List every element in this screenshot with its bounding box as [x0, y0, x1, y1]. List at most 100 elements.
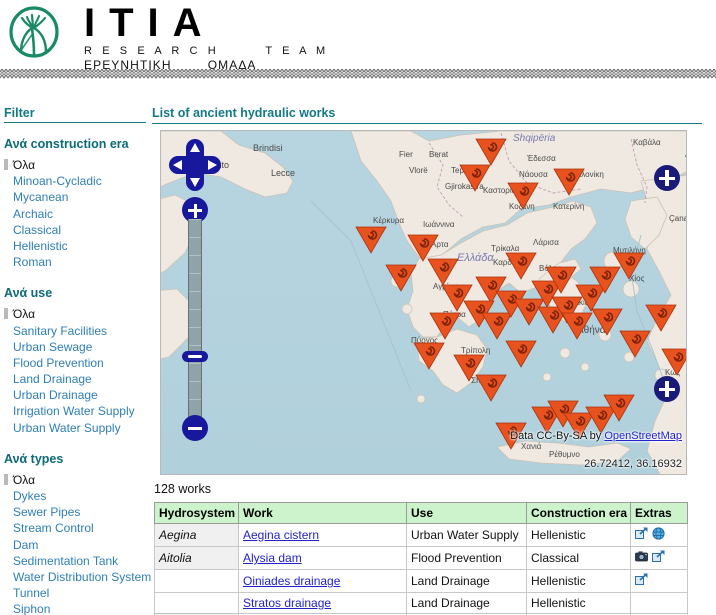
map-place-label: Κατερίνη: [553, 202, 584, 211]
filter-item-mycanean[interactable]: Mycanean: [4, 191, 150, 207]
filter-item-urban-sewage[interactable]: Urban Sewage: [4, 340, 150, 357]
filter-group-heading: Ανά construction era: [4, 137, 129, 151]
filter-item-flood-prevention[interactable]: Flood Prevention: [4, 357, 150, 373]
map-place-label: Çanakkale: [669, 214, 687, 223]
brand-subtitle-research: R E S E A R C H: [84, 45, 220, 57]
column-header-construction-era[interactable]: Construction era: [526, 502, 631, 524]
filter-item-hellenistic[interactable]: Hellenistic: [4, 240, 150, 256]
map-place-label: Shqipëria: [513, 133, 556, 144]
work-link[interactable]: Stratos drainage: [243, 596, 331, 610]
filter-item-urban-drainage[interactable]: Urban Drainage: [4, 389, 150, 405]
filter-list: Όλα Sanitary Facilities Urban Sewage Flood …: [4, 308, 150, 438]
cell-construction-era: Classical: [526, 546, 631, 570]
external-link-icon[interactable]: [635, 573, 648, 589]
globe-icon[interactable]: [652, 527, 665, 543]
page-root: ITIA R E S E A R C H T E A M ΕΡΕΥΝΗΤΙΚΗ …: [0, 0, 716, 615]
external-link-icon[interactable]: [635, 527, 648, 543]
filter-item-sewer-pipes[interactable]: Sewer Pipes: [4, 506, 150, 522]
cell-extras: [630, 523, 688, 547]
cell-work: Oiniades drainage: [238, 569, 407, 593]
filter-item-[interactable]: Όλα: [4, 473, 150, 490]
column-header-work[interactable]: Work: [238, 502, 407, 524]
site-header: ITIA R E S E A R C H T E A M ΕΡΕΥΝΗΤΙΚΗ …: [0, 0, 716, 72]
table-row: Aegina Aegina cistern Urban Water Supply He…: [154, 523, 688, 547]
filter-item-classical[interactable]: Classical: [4, 223, 150, 240]
filter-sidebar: Filter Ανά construction era Όλα Minoan-Cyc…: [4, 106, 151, 615]
cell-work: Aegina cistern: [238, 523, 407, 547]
pan-center-button[interactable]: [186, 156, 204, 174]
pan-down-button[interactable]: [186, 173, 204, 191]
map-place-label: Αλεξανδρούπολη: [685, 150, 687, 159]
map-place-label: Χανιά: [521, 442, 542, 451]
zoom-out-button[interactable]: [182, 415, 208, 441]
map-place-label: Ελλάδα: [457, 252, 494, 264]
map-place-label: Berat: [429, 150, 449, 159]
cell-extras: [630, 592, 688, 614]
cell-hydrosystem: Aegina: [154, 523, 239, 547]
brand-wordmark: ITIA R E S E A R C H T E A M ΕΡΕΥΝΗΤΙΚΗ …: [84, 2, 329, 72]
pan-up-button[interactable]: [186, 139, 204, 157]
pan-right-button[interactable]: [203, 156, 221, 174]
filter-item-dam[interactable]: Dam: [4, 538, 150, 555]
filter-item-water-distribution-system[interactable]: Water Distribution System: [4, 571, 151, 587]
map-place-label: Νάουσα: [519, 170, 548, 179]
map-place-label: Έδεσσα: [526, 154, 556, 163]
cell-use: Land Drainage: [406, 592, 527, 614]
zoom-slider-track[interactable]: [188, 219, 202, 419]
filter-item-roman[interactable]: Roman: [4, 256, 150, 272]
column-header-extras[interactable]: Extras: [630, 502, 688, 524]
map-place-label: Κέρκυρα: [373, 216, 404, 225]
filter-item-archaic[interactable]: Archaic: [4, 207, 150, 224]
filter-item-dykes[interactable]: Dykes: [4, 490, 150, 506]
pan-left-button[interactable]: [169, 156, 187, 174]
filter-item-siphon[interactable]: Siphon: [4, 603, 150, 615]
filter-item-urban-water-supply[interactable]: Urban Water Supply: [4, 421, 150, 438]
works-table: Hydrosystem Work Use Construction era Extras…: [154, 502, 688, 615]
work-link[interactable]: Oiniades drainage: [243, 574, 340, 588]
map-place-label: Καβάλα: [633, 138, 661, 147]
cell-work: Stratos drainage: [238, 592, 407, 614]
map-coordinates: 26.72412, 36.16932: [584, 458, 682, 470]
external-link-icon[interactable]: [652, 550, 665, 566]
cell-hydrosystem: Aitolia: [154, 546, 239, 570]
table-row: Aitolia Alysia dam Flood Prevention Classic…: [154, 546, 688, 570]
map-pan-zoom-control[interactable]: [169, 139, 221, 441]
cell-work: Alysia dam: [238, 546, 407, 570]
main-content: List of ancient hydraulic works Shqipëri…: [152, 106, 714, 615]
page-title: List of ancient hydraulic works: [152, 106, 702, 124]
filter-item-[interactable]: Όλα: [4, 308, 150, 324]
work-link[interactable]: Aegina cistern: [243, 528, 319, 542]
cell-use: Land Drainage: [406, 569, 527, 593]
filter-item-stream-control[interactable]: Stream Control: [4, 522, 150, 538]
openstreetmap-link[interactable]: OpenStreetMap: [604, 430, 682, 442]
cell-use: Flood Prevention: [406, 546, 527, 570]
layer-switcher-top-button[interactable]: [654, 165, 680, 191]
filter-item-[interactable]: Όλα: [4, 159, 150, 175]
map-place-label: Fier: [399, 150, 413, 159]
pan-control[interactable]: [169, 139, 221, 191]
table-row: Oiniades drainage Land Drainage Hellenisti…: [154, 569, 688, 593]
cell-extras: [630, 546, 688, 570]
filter-group-heading: Ανά types: [4, 451, 64, 466]
map-place-label: Ιωάννινα: [423, 220, 455, 229]
brand-subtitle-team: T E A M: [265, 45, 329, 57]
filter-item-sanitary-facilities[interactable]: Sanitary Facilities: [4, 324, 150, 341]
works-table-body: Aegina Aegina cistern Urban Water Supply He…: [154, 523, 688, 615]
brand-title: ITIA: [84, 1, 216, 45]
filter-item-minoan-cycladic[interactable]: Minoan-Cycladic: [4, 175, 150, 191]
filter-item-tunnel[interactable]: Tunnel: [4, 587, 150, 603]
layer-switcher-bottom-button[interactable]: [654, 376, 680, 402]
filter-list: Όλα Minoan-Cycladic Mycanean Archaic Classic…: [4, 159, 150, 272]
cell-hydrosystem: [154, 592, 239, 614]
column-header-hydrosystem[interactable]: Hydrosystem: [154, 502, 239, 524]
work-link[interactable]: Alysia dam: [243, 551, 302, 565]
zoom-slider-handle[interactable]: [182, 351, 208, 362]
camera-icon[interactable]: [635, 550, 648, 566]
filter-item-irrigation-water-supply[interactable]: Irrigation Water Supply: [4, 405, 150, 421]
works-table-head: Hydrosystem Work Use Construction era Extras: [154, 502, 688, 524]
column-header-use[interactable]: Use: [406, 502, 527, 524]
map-viewport[interactable]: ShqipëriaBrindisiTarantoLecceFierBeratVl…: [160, 130, 687, 475]
filter-item-sedimentation-tank[interactable]: Sedimentation Tank: [4, 554, 150, 571]
table-header-row: Hydrosystem Work Use Construction era Extras: [154, 502, 688, 524]
filter-item-land-drainage[interactable]: Land Drainage: [4, 373, 150, 389]
